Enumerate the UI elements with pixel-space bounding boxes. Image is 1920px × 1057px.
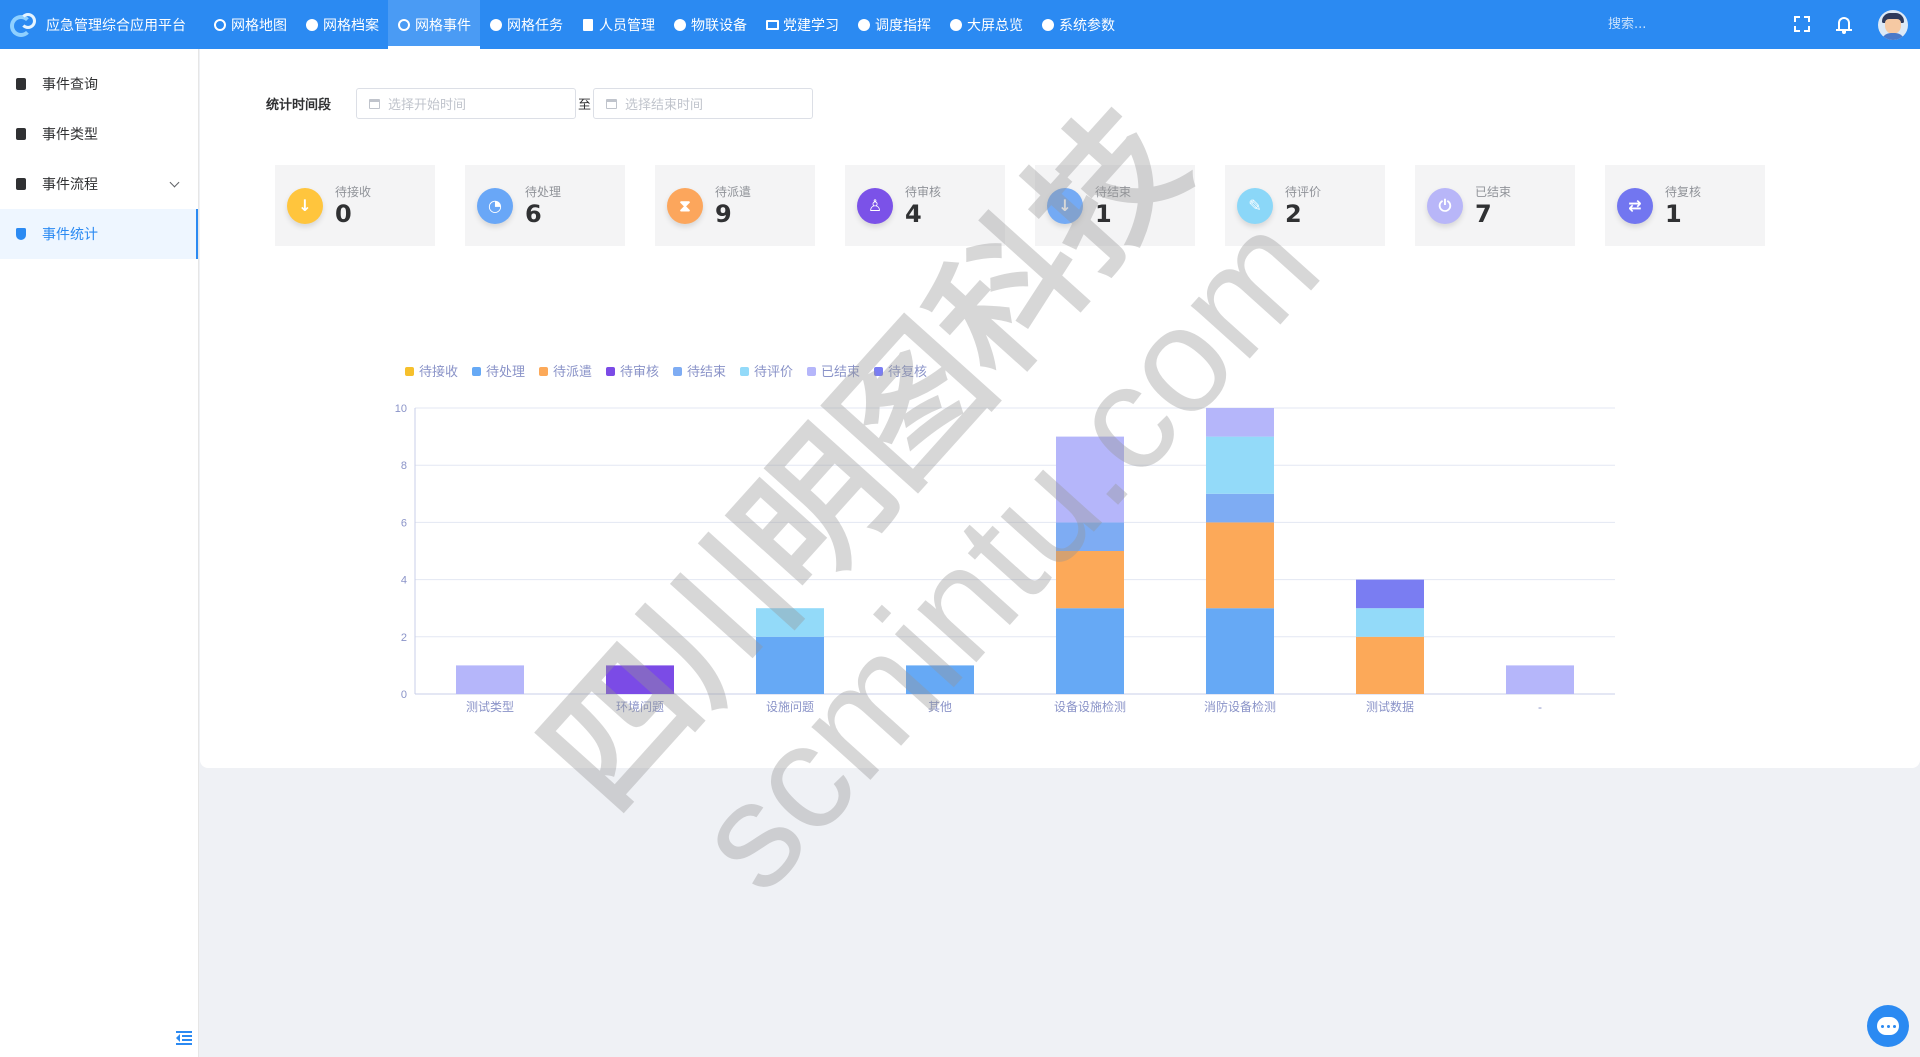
bar-segment <box>756 608 824 637</box>
bar-segment <box>1206 436 1274 494</box>
flow-icon <box>16 178 26 190</box>
bar-segment <box>456 665 524 694</box>
legend-swatch <box>606 367 615 376</box>
bar-segment <box>1056 522 1124 551</box>
nav-item-grid-archive[interactable]: 网格档案 <box>296 0 388 49</box>
device-icon <box>673 18 687 32</box>
stacked-bar-chart: 0 2 4 6 8 10 测试类型 环境问题 设施问题 其他 设备设施检测 消防设备检测 测试数据 - 待接… <box>395 364 1615 714</box>
y-tick-label: 10 <box>395 403 407 415</box>
sidebar-item-event-flow[interactable]: 事件流程 <box>0 159 198 209</box>
x-tick-label: 其他 <box>928 700 952 714</box>
legend-swatch <box>673 367 682 376</box>
nav-item-grid-task[interactable]: 网格任务 <box>480 0 572 49</box>
legend-label: 待审核 <box>620 364 659 379</box>
collapse-sidebar-icon[interactable] <box>176 1031 192 1045</box>
bar-segment <box>1356 636 1424 694</box>
cloud-icon <box>489 18 503 32</box>
nav-item-big-screen[interactable]: 大屏总览 <box>940 0 1032 49</box>
bar-segment <box>1206 493 1274 523</box>
screen-icon <box>949 18 963 32</box>
nav-item-personnel[interactable]: 人员管理 <box>572 0 664 49</box>
settings-icon <box>1041 18 1055 32</box>
top-navbar: 应急管理综合应用平台 网格地图 网格档案 网格事件 网格任务 人员管理 物联设备… <box>0 0 1920 49</box>
dispatch-icon <box>857 18 871 32</box>
legend-label: 已结束 <box>821 364 860 379</box>
chat-button[interactable] <box>1867 1005 1909 1047</box>
sidebar-item-event-query[interactable]: 事件查询 <box>0 59 198 109</box>
document-icon <box>581 18 595 32</box>
y-tick-label: 6 <box>401 517 407 529</box>
x-tick-label: 设备设施检测 <box>1054 699 1126 714</box>
legend-swatch <box>807 367 816 376</box>
nav-item-grid-event[interactable]: 网格事件 <box>388 0 480 49</box>
sidebar: 事件查询 事件类型 事件流程 事件统计 <box>0 49 199 1057</box>
bar-segment <box>906 665 974 694</box>
legend-label: 待处理 <box>486 364 525 379</box>
bar-segment <box>756 636 824 694</box>
app-title: 应急管理综合应用平台 <box>46 17 186 34</box>
y-tick-label: 2 <box>401 632 407 644</box>
sidebar-item-event-type[interactable]: 事件类型 <box>0 109 198 159</box>
search-input[interactable]: 搜索... <box>1608 12 1748 38</box>
book-icon <box>765 18 779 32</box>
avatar[interactable] <box>1878 10 1908 40</box>
bar-segment <box>1056 551 1124 609</box>
y-tick-label: 0 <box>401 689 407 701</box>
globe-icon <box>213 18 227 32</box>
bar-segment <box>1206 408 1274 437</box>
nav-item-iot-device[interactable]: 物联设备 <box>664 0 756 49</box>
legend-swatch <box>539 367 548 376</box>
bar-segment <box>606 665 674 694</box>
sidebar-item-event-stats[interactable]: 事件统计 <box>0 209 198 259</box>
archive-icon <box>305 18 319 32</box>
bar-segment <box>1056 608 1124 694</box>
chat-icon <box>1877 1017 1899 1035</box>
nav-item-party-study[interactable]: 党建学习 <box>756 0 848 49</box>
bar-segment <box>1356 608 1424 637</box>
bar-segment <box>1206 522 1274 609</box>
nav-item-grid-map[interactable]: 网格地图 <box>204 0 296 49</box>
x-tick-label: 测试类型 <box>466 699 514 714</box>
legend-swatch <box>405 367 414 376</box>
fullscreen-icon[interactable] <box>1792 14 1812 34</box>
y-tick-label: 4 <box>401 575 407 587</box>
x-tick-label: - <box>1538 700 1542 714</box>
legend-swatch <box>472 367 481 376</box>
bar-segment <box>1056 436 1124 523</box>
legend-label: 待结束 <box>687 364 726 379</box>
chevron-down-icon[interactable] <box>169 177 180 188</box>
legend-swatch <box>874 367 883 376</box>
app-logo[interactable]: 应急管理综合应用平台 <box>0 0 204 49</box>
legend-label: 待复核 <box>888 364 927 379</box>
legend-swatch <box>740 367 749 376</box>
y-tick-label: 8 <box>401 460 407 472</box>
main-nav: 网格地图 网格档案 网格事件 网格任务 人员管理 物联设备 党建学习 调度指挥 … <box>204 0 1124 49</box>
x-tick-label: 消防设备检测 <box>1204 699 1276 714</box>
type-icon <box>16 128 26 140</box>
legend-label: 待派遣 <box>553 364 592 379</box>
query-icon <box>16 78 26 90</box>
x-tick-label: 环境问题 <box>616 699 664 714</box>
logo-icon <box>10 11 38 39</box>
legend-label: 待评价 <box>754 364 793 379</box>
event-stats-chart: 0 2 4 6 8 10 测试类型 环境问题 设施问题 其他 设备设施检测 消防设备检测 测试数据 - 待接… <box>200 49 1920 768</box>
legend-label: 待接收 <box>419 364 458 379</box>
bell-icon[interactable] <box>1834 14 1854 34</box>
bar-segment <box>1506 665 1574 694</box>
x-tick-label: 设施问题 <box>766 700 814 714</box>
bar-segment <box>1206 608 1274 694</box>
nav-item-system-params[interactable]: 系统参数 <box>1032 0 1124 49</box>
nav-item-dispatch[interactable]: 调度指挥 <box>848 0 940 49</box>
bar-segment <box>1356 579 1424 609</box>
event-icon <box>397 18 411 32</box>
stats-icon <box>16 228 26 240</box>
x-tick-label: 测试数据 <box>1366 699 1414 714</box>
